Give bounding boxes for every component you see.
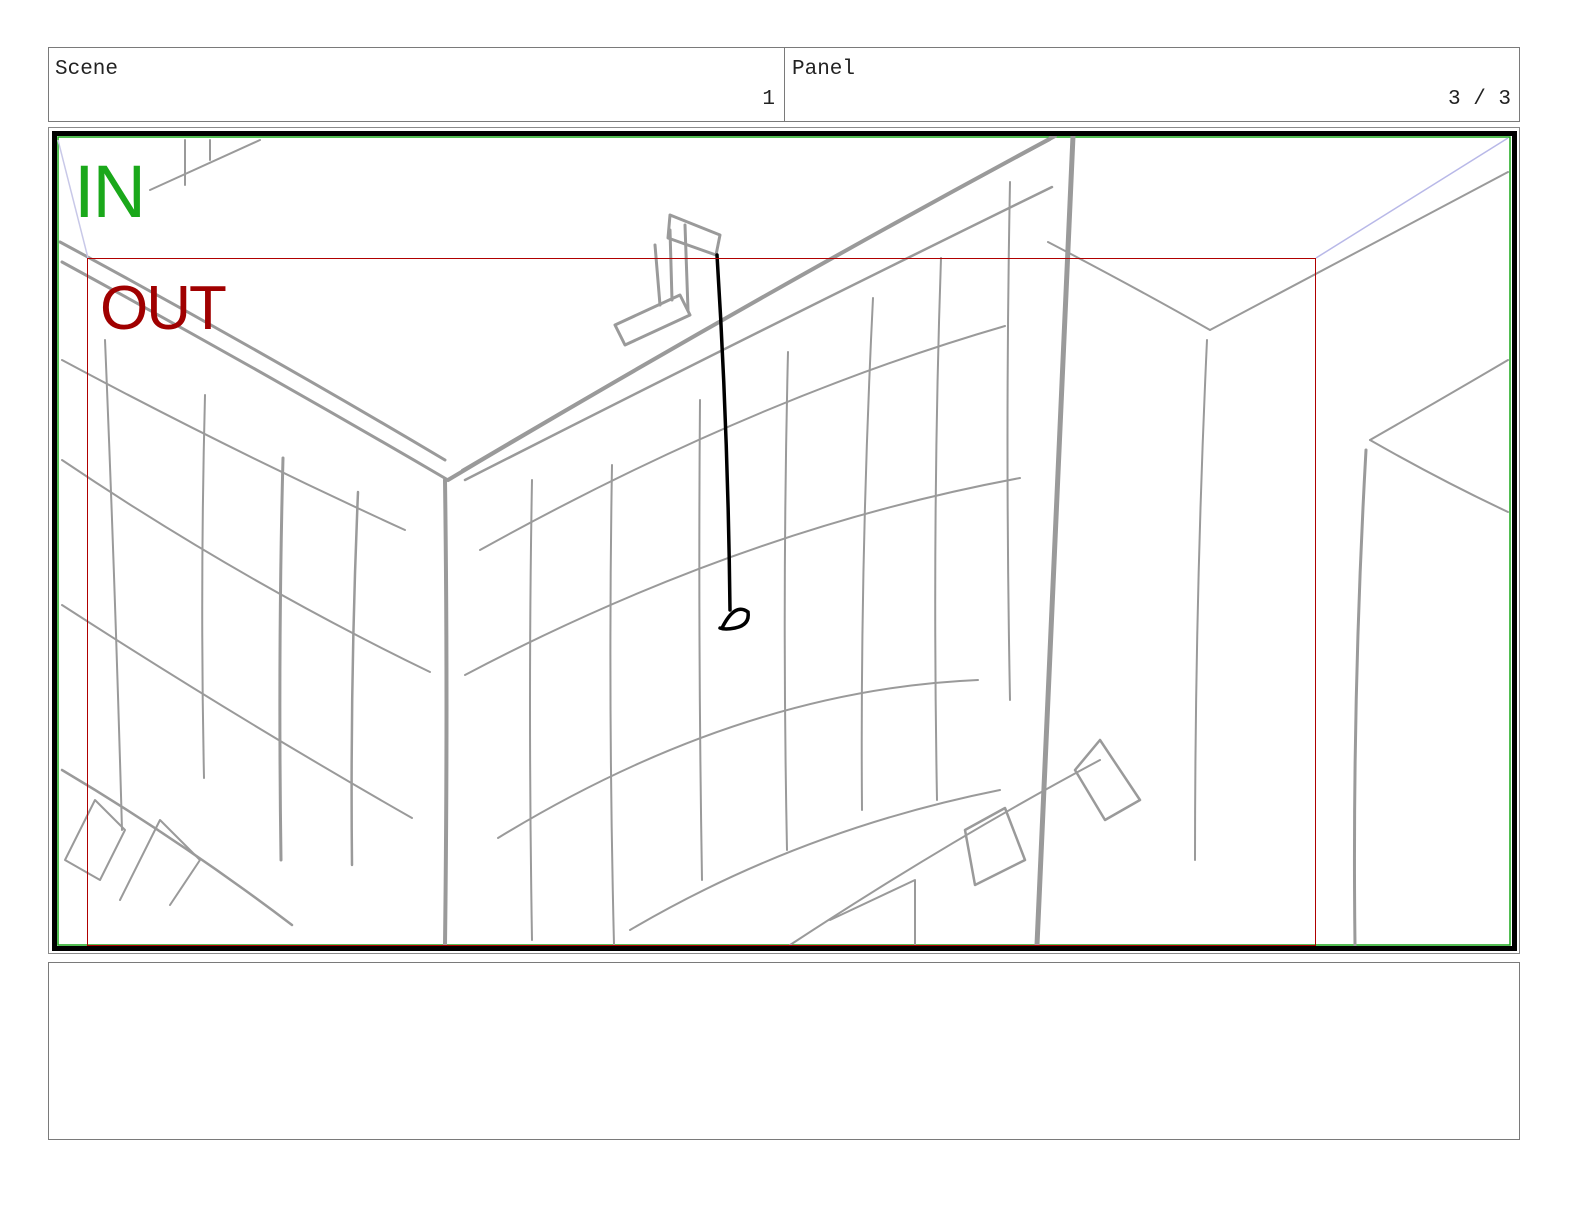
building-sketch [58,136,1509,946]
hanging-figure [715,253,750,631]
panel-label: Panel [792,58,856,81]
panel-notes-box[interactable] [48,962,1520,1140]
header-divider [784,48,785,121]
panel-number: 3 / 3 [1447,88,1511,111]
storyboard-sketch [57,136,1511,946]
scene-label: Scene [55,58,119,81]
panel-header: Scene 1 Panel 3 / 3 [48,47,1520,122]
in-frame-border [57,136,1511,946]
scene-number: 1 [762,88,775,111]
in-frame-label: IN [74,150,146,233]
panel-drawing-area [52,131,1517,951]
perspective-guide [1315,137,1509,259]
out-frame-label: OUT [100,274,227,343]
